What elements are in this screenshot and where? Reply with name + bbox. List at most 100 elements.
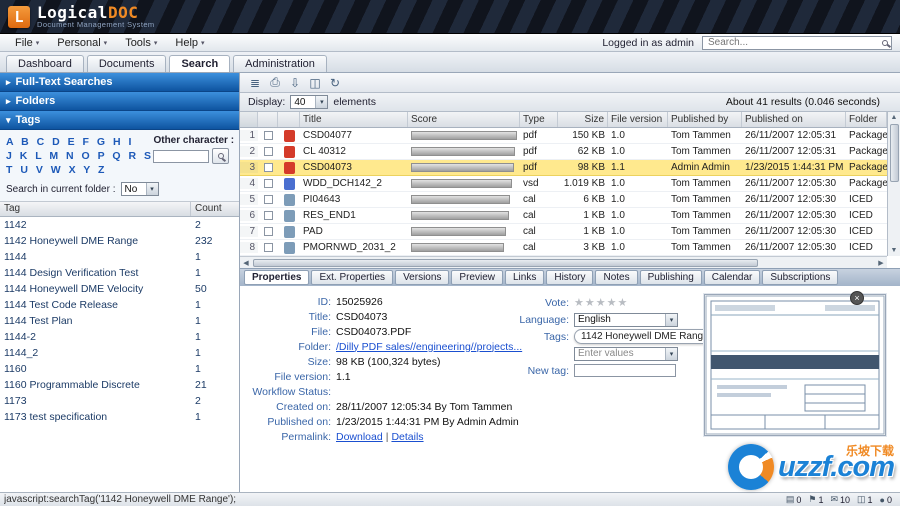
column-header-published-by[interactable]: Published by <box>668 112 742 127</box>
document-title[interactable]: CSD04073 <box>300 162 408 173</box>
tasks-indicator[interactable]: ◫ 1 <box>857 494 873 505</box>
table-row[interactable]: 2 CL 40312 pdf 62 KB 1.0 Tom Tammen 26/1… <box>240 144 887 160</box>
column-header-num[interactable] <box>240 112 258 127</box>
table-row[interactable]: 1 CSD04077 pdf 150 KB 1.0 Tom Tammen 26/… <box>240 128 887 144</box>
language-select[interactable]: English <box>574 312 678 327</box>
clipboard-indicator[interactable]: ▤ 0 <box>786 494 802 505</box>
tab-dashboard[interactable]: Dashboard <box>6 55 84 72</box>
document-title[interactable]: PI04643 <box>300 194 408 205</box>
tag-row[interactable]: 1142 Honeywell DME Range 232 <box>0 233 239 249</box>
column-header-tag[interactable]: Tag <box>0 202 191 216</box>
column-header-checkbox[interactable] <box>258 112 278 127</box>
detail-tab-preview[interactable]: Preview <box>451 270 503 285</box>
letter-links-row-3[interactable]: T U V W X Y Z <box>6 163 153 177</box>
star-icon[interactable] <box>574 297 585 309</box>
tab-documents[interactable]: Documents <box>86 55 167 72</box>
row-checkbox[interactable] <box>258 211 278 220</box>
document-title[interactable]: CL 40312 <box>300 146 408 157</box>
column-header-size[interactable]: Size <box>558 112 608 127</box>
row-checkbox[interactable] <box>258 179 278 188</box>
sidebar-section-folders[interactable]: Folders <box>0 92 239 111</box>
document-title[interactable]: WDD_DCH142_2 <box>300 178 408 189</box>
global-search-box[interactable] <box>702 35 892 50</box>
tab-administration[interactable]: Administration <box>233 55 327 72</box>
export-icon[interactable]: ⇩ <box>286 75 304 91</box>
tag-row[interactable]: 1142 2 <box>0 217 239 233</box>
download-link[interactable]: Download <box>336 431 383 443</box>
menu-help[interactable]: Help <box>166 37 213 49</box>
menu-file[interactable]: File <box>6 37 48 49</box>
flag-indicator[interactable]: ⚑ 1 <box>808 494 823 505</box>
detail-tab-publishing[interactable]: Publishing <box>639 270 702 285</box>
detail-tab-subscriptions[interactable]: Subscriptions <box>762 270 839 285</box>
document-preview[interactable] <box>704 294 886 436</box>
scroll-down-icon[interactable]: ▼ <box>891 245 898 256</box>
rating-stars[interactable] <box>574 296 628 309</box>
tag-row[interactable]: 1144_2 1 <box>0 345 239 361</box>
document-title[interactable]: PMORNWD_2031_2 <box>300 242 408 253</box>
column-header-score[interactable]: Score <box>408 112 520 127</box>
scrollbar-thumb[interactable] <box>889 124 899 182</box>
horizontal-scrollbar[interactable]: ◀ ▶ <box>240 256 887 268</box>
tag-row[interactable]: 1144 Honeywell DME Velocity 50 <box>0 281 239 297</box>
detail-tab-links[interactable]: Links <box>505 270 545 285</box>
tag-row[interactable]: 1144-2 1 <box>0 329 239 345</box>
menu-tools[interactable]: Tools <box>116 37 166 49</box>
letter-links-row-1[interactable]: A B C D E F G H I <box>6 135 153 149</box>
print-icon[interactable]: ⎙ <box>266 75 284 91</box>
document-title[interactable]: PAD <box>300 226 408 237</box>
display-count-select[interactable]: 40 <box>290 95 329 109</box>
tag-row[interactable]: 1144 Test Plan 1 <box>0 313 239 329</box>
star-icon[interactable] <box>607 297 618 309</box>
row-checkbox[interactable] <box>258 227 278 236</box>
scroll-up-icon[interactable]: ▲ <box>891 112 898 123</box>
document-title[interactable]: RES_END1 <box>300 210 408 221</box>
tag-row[interactable]: 1144 1 <box>0 249 239 265</box>
detail-tab-calendar[interactable]: Calendar <box>703 270 761 285</box>
table-row[interactable]: 7 PAD cal 1 KB 1.0 Tom Tammen 26/11/2007… <box>240 224 887 240</box>
row-checkbox[interactable] <box>258 195 278 204</box>
new-tag-input[interactable] <box>574 364 676 377</box>
other-character-input[interactable] <box>153 149 210 163</box>
vertical-scrollbar[interactable]: ▲ ▼ <box>887 112 900 256</box>
tag-values-combo[interactable]: Enter values <box>574 346 678 361</box>
tag-search-button[interactable] <box>212 148 230 164</box>
sidebar-section-tags[interactable]: Tags <box>0 111 239 130</box>
row-checkbox[interactable] <box>258 243 278 252</box>
tag-row[interactable]: 1144 Design Verification Test 1 <box>0 265 239 281</box>
column-header-folder[interactable]: Folder <box>846 112 887 127</box>
close-icon[interactable] <box>850 291 864 305</box>
detail-tab-versions[interactable]: Versions <box>395 270 450 285</box>
search-input[interactable] <box>706 37 882 48</box>
column-header-title[interactable]: Title <box>300 112 408 127</box>
row-checkbox[interactable] <box>258 163 278 172</box>
star-icon[interactable] <box>585 297 596 309</box>
search-icon[interactable] <box>882 39 888 46</box>
scroll-right-icon[interactable]: ▶ <box>875 259 887 267</box>
columns-icon[interactable]: ◫ <box>306 75 324 91</box>
tag-row[interactable]: 1160 1 <box>0 361 239 377</box>
star-icon[interactable] <box>618 297 629 309</box>
column-header-published-on[interactable]: Published on <box>742 112 846 127</box>
refresh-icon[interactable]: ↻ <box>326 75 344 91</box>
scrollbar-thumb[interactable] <box>253 258 758 267</box>
detail-tab-properties[interactable]: Properties <box>244 270 310 285</box>
detail-tab-notes[interactable]: Notes <box>595 270 638 285</box>
column-header-file-version[interactable]: File version <box>608 112 668 127</box>
tab-search[interactable]: Search <box>169 55 231 72</box>
scroll-left-icon[interactable]: ◀ <box>240 259 252 267</box>
table-row[interactable]: 6 RES_END1 cal 1 KB 1.0 Tom Tammen 26/11… <box>240 208 887 224</box>
menu-personal[interactable]: Personal <box>48 37 116 49</box>
document-title[interactable]: CSD04077 <box>300 130 408 141</box>
folder-link[interactable]: /Dilly PDF sales//engineering//projects.… <box>336 341 522 353</box>
events-indicator[interactable]: ● 0 <box>880 494 892 505</box>
column-header-count[interactable]: Count <box>191 202 239 216</box>
column-header-type[interactable]: Type <box>520 112 558 127</box>
star-icon[interactable] <box>596 297 607 309</box>
table-row[interactable]: 3 CSD04073 pdf 98 KB 1.1 Admin Admin 1/2… <box>240 160 887 176</box>
tag-row[interactable]: 1173 test specification 1 <box>0 409 239 425</box>
sidebar-section-fulltext-searches[interactable]: Full-Text Searches <box>0 73 239 92</box>
detail-tab-history[interactable]: History <box>546 270 594 285</box>
tag-row[interactable]: 1160 Programmable Discrete 21 <box>0 377 239 393</box>
letter-links-row-2[interactable]: J K L M N O P Q R S <box>6 149 153 163</box>
